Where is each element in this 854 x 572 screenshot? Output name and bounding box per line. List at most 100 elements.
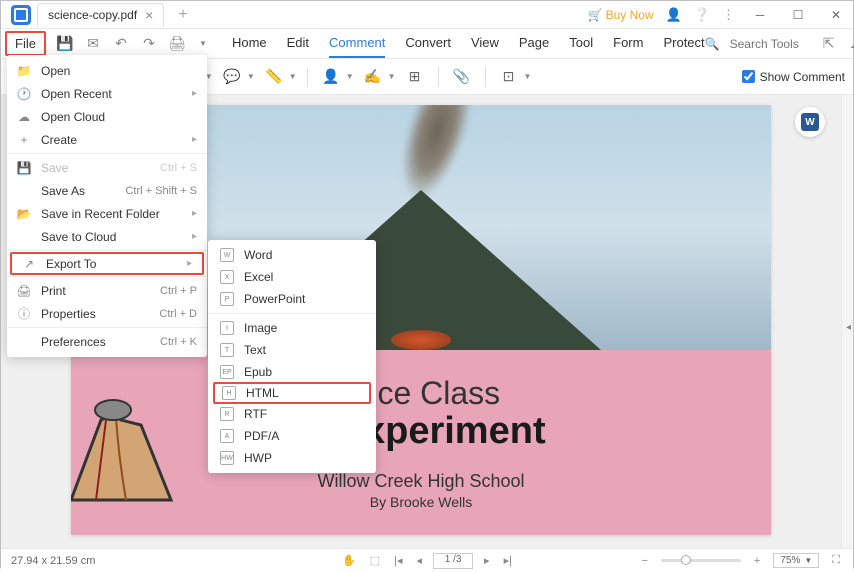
hand-tool-icon[interactable]: ✋ xyxy=(339,554,359,567)
export-item-label: HWP xyxy=(244,451,272,465)
title-section: ence Class ic Experiment Willow Creek Hi… xyxy=(71,350,771,535)
tab-protect[interactable]: Protect xyxy=(663,29,704,58)
export-submenu: WWordXExcelPPowerPointIImageTTextEPEpubH… xyxy=(208,240,376,473)
show-comment-toggle[interactable]: Show Comment xyxy=(742,70,845,84)
zoom-value[interactable]: 75%▼ xyxy=(773,553,819,568)
file-menu-item-save: 💾SaveCtrl + S xyxy=(7,156,207,179)
maximize-button[interactable]: ☐ xyxy=(785,2,811,28)
convert-to-word-badge[interactable]: W xyxy=(795,107,825,137)
next-page-button[interactable]: ▸ xyxy=(481,554,493,567)
stamp-button[interactable]: 👤 xyxy=(318,64,344,90)
more-tools-button[interactable]: ⊡ xyxy=(496,64,522,90)
mail-icon[interactable]: ✉ xyxy=(84,35,102,53)
export-item-html[interactable]: HHTML xyxy=(213,382,371,404)
show-comment-checkbox[interactable] xyxy=(742,70,755,83)
file-menu-button[interactable]: File xyxy=(5,31,46,56)
tab-form[interactable]: Form xyxy=(613,29,643,58)
export-item-label: PDF/A xyxy=(244,429,279,443)
folder-open-icon: 📂 xyxy=(17,207,31,221)
export-item-excel[interactable]: XExcel xyxy=(208,266,376,288)
filetype-icon: EP xyxy=(220,365,234,379)
file-menu-item-save-in-recent-folder[interactable]: 📂 Save in Recent Folder ▸ xyxy=(7,202,207,225)
search-input[interactable] xyxy=(730,37,810,51)
fit-page-icon[interactable]: ⛶ xyxy=(829,554,843,567)
menu-item-label: Save As xyxy=(41,184,85,198)
redo-icon[interactable]: ↷ xyxy=(140,35,158,53)
menu-item-label: Save in Recent Folder xyxy=(41,207,160,221)
share-icon[interactable]: ⇱ xyxy=(820,35,838,53)
comment-button[interactable]: 💬 xyxy=(219,64,245,90)
filetype-icon: W xyxy=(220,248,234,262)
file-menu-item-open-cloud[interactable]: ☁Open Cloud xyxy=(7,105,207,128)
attachment-button[interactable]: 📎 xyxy=(449,64,475,90)
submenu-arrow-icon: ▸ xyxy=(192,208,197,219)
search-icon: 🔍 xyxy=(705,37,720,51)
more-icon[interactable]: ⋮ xyxy=(722,7,735,23)
tab-edit[interactable]: Edit xyxy=(287,29,309,58)
filetype-icon: P xyxy=(220,292,234,306)
filetype-icon: T xyxy=(220,343,234,357)
save-icon[interactable]: 💾 xyxy=(56,35,74,53)
export-item-epub[interactable]: EPEpub xyxy=(208,361,376,383)
file-menu-item-save-to-cloud[interactable]: Save to Cloud▸ xyxy=(7,225,207,248)
tab-comment[interactable]: Comment xyxy=(329,29,385,58)
vertical-scrollbar[interactable]: ◂ xyxy=(841,95,853,548)
prev-page-button[interactable]: ◂ xyxy=(414,554,426,567)
tab-tool[interactable]: Tool xyxy=(569,29,593,58)
tab-view[interactable]: View xyxy=(471,29,499,58)
zoom-in-button[interactable]: + xyxy=(751,555,763,567)
minimize-button[interactable]: ─ xyxy=(747,2,773,28)
file-menu-item-properties[interactable]: ⓘPropertiesCtrl + D xyxy=(7,302,207,325)
export-item-word[interactable]: W Word xyxy=(208,244,376,266)
signature-button[interactable]: ✍ xyxy=(360,64,386,90)
export-item-label: PowerPoint xyxy=(244,292,305,306)
file-menu-item-open-recent[interactable]: 🕐Open Recent▸ xyxy=(7,82,207,105)
cart-icon: 🛒 xyxy=(588,8,603,22)
close-button[interactable]: ✕ xyxy=(823,2,849,28)
tab-convert[interactable]: Convert xyxy=(405,29,451,58)
file-menu-item-export-to[interactable]: ↗Export To▸ xyxy=(10,252,204,275)
print-icon: 🖨 xyxy=(17,284,31,298)
select-tool-icon[interactable]: ⬚ xyxy=(367,554,383,567)
print-icon[interactable]: 🖨 xyxy=(168,35,186,53)
tab-home[interactable]: Home xyxy=(232,29,267,58)
first-page-button[interactable]: |◂ xyxy=(391,554,405,567)
menu-item-label: Open Cloud xyxy=(41,110,105,124)
undo-icon[interactable]: ↶ xyxy=(112,35,130,53)
filetype-icon: I xyxy=(220,321,234,335)
page-number-input[interactable]: 1 /3 xyxy=(433,553,473,569)
user-icon[interactable]: 👤 xyxy=(666,7,682,23)
filetype-icon: H xyxy=(222,386,236,400)
tab-page[interactable]: Page xyxy=(519,29,549,58)
export-item-powerpoint[interactable]: P PowerPoint xyxy=(208,288,376,310)
document-tab[interactable]: science-copy.pdf × xyxy=(37,3,164,27)
tab-close-icon[interactable]: × xyxy=(145,7,153,23)
blank-icon xyxy=(17,335,31,349)
export-item-pdfa[interactable]: APDF/A xyxy=(208,425,376,447)
export-item-rtf[interactable]: RRTF xyxy=(208,403,376,425)
buy-now-link[interactable]: 🛒 Buy Now xyxy=(588,8,654,22)
file-menu-item-open[interactable]: 📁Open xyxy=(7,59,207,82)
file-menu-item-preferences[interactable]: PreferencesCtrl + K xyxy=(7,330,207,353)
statusbar: 27.94 x 21.59 cm ✋ ⬚ |◂ ◂ 1 /3 ▸ ▸| − + … xyxy=(1,548,853,572)
qat-dropdown-icon[interactable]: ▼ xyxy=(194,35,212,53)
menu-item-label: Save xyxy=(41,161,68,175)
file-menu-item-save-as[interactable]: Save AsCtrl + Shift + S xyxy=(7,179,207,202)
export-item-label: Word xyxy=(244,248,272,262)
help-icon[interactable]: ❔ xyxy=(694,7,710,23)
export-icon: ↗ xyxy=(22,257,36,271)
measure-button[interactable]: 📏 xyxy=(261,64,287,90)
zoom-out-button[interactable]: − xyxy=(638,555,650,567)
file-menu-item-print[interactable]: 🖨PrintCtrl + P xyxy=(7,279,207,302)
export-item-text[interactable]: TText xyxy=(208,339,376,361)
stamp2-button[interactable]: ⊞ xyxy=(402,64,428,90)
menu-item-label: Open Recent xyxy=(41,87,112,101)
export-item-image[interactable]: IImage xyxy=(208,317,376,339)
cloud-icon[interactable]: ☁ xyxy=(848,35,854,53)
file-menu-item-create[interactable]: +Create▸ xyxy=(7,128,207,151)
export-item-hwp[interactable]: HWHWP xyxy=(208,447,376,469)
panel-collapse-icon[interactable]: ◂ xyxy=(846,322,851,333)
last-page-button[interactable]: ▸| xyxy=(501,554,515,567)
zoom-slider[interactable] xyxy=(661,559,741,562)
new-tab-button[interactable]: + xyxy=(172,6,193,24)
